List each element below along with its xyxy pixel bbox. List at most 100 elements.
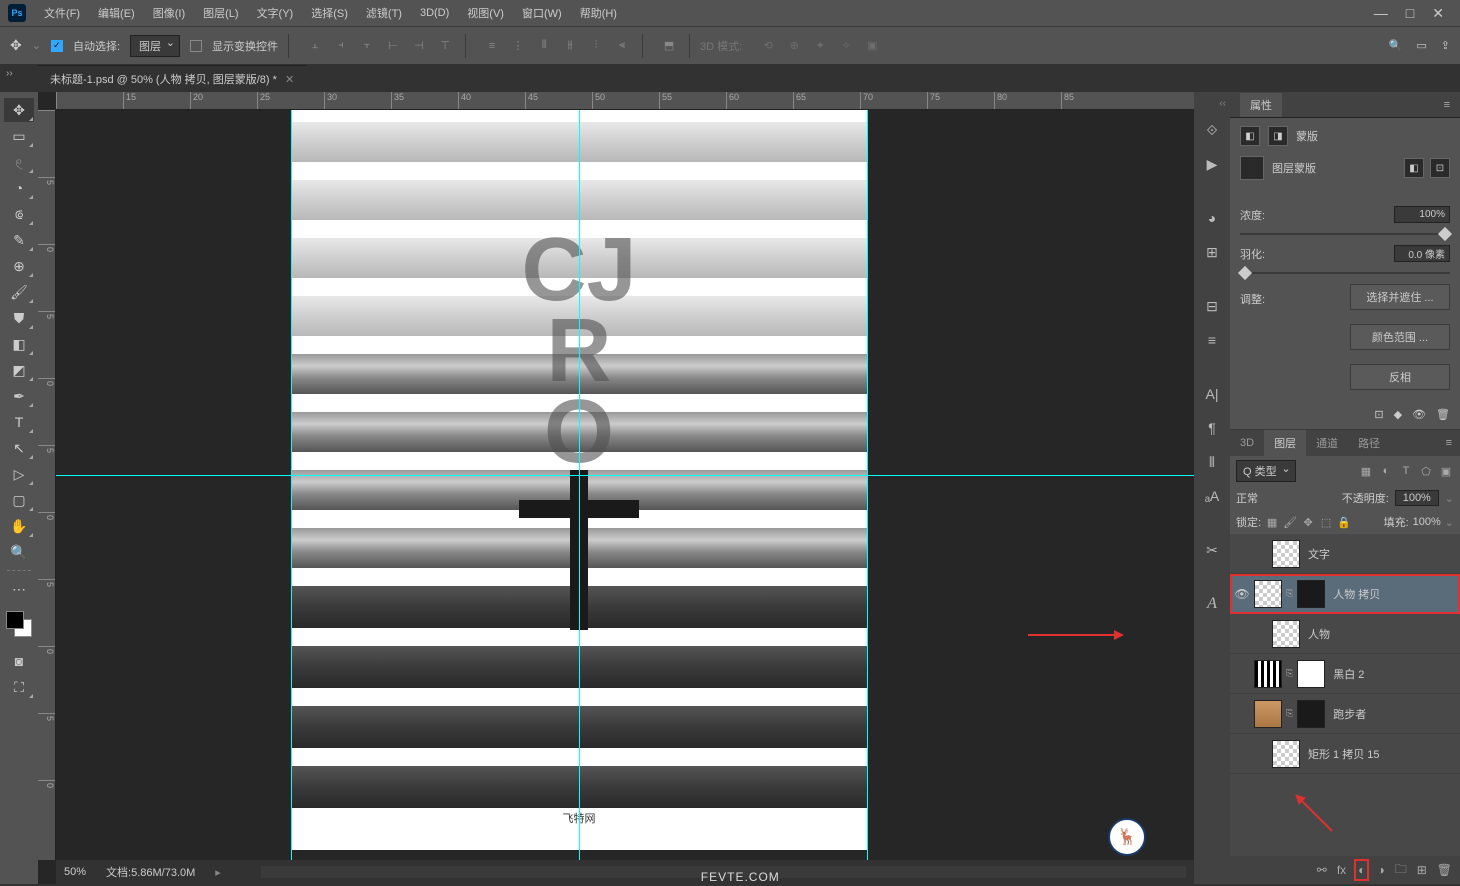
- menu-3d[interactable]: 3D(D): [412, 3, 457, 23]
- tab-paths[interactable]: 路径: [1348, 430, 1390, 456]
- char-icon[interactable]: A|: [1198, 381, 1226, 407]
- filter-adj-icon[interactable]: ◐: [1378, 463, 1394, 479]
- menu-view[interactable]: 视图(V): [459, 1, 512, 25]
- menu-image[interactable]: 图像(I): [145, 1, 193, 25]
- healing-tool[interactable]: ⊕: [4, 254, 34, 278]
- canvas[interactable]: CJRO 飞特网: [56, 110, 1194, 860]
- blend-mode-dropdown[interactable]: 正常: [1236, 490, 1336, 506]
- ruler-horizontal[interactable]: 152025303540455055606570758085: [56, 92, 1194, 110]
- layer-name[interactable]: 黑白 2: [1333, 666, 1364, 682]
- layer-name[interactable]: 文字: [1308, 546, 1330, 562]
- pen-tool[interactable]: ✒: [4, 384, 34, 408]
- layer-name[interactable]: 人物 拷贝: [1333, 586, 1380, 602]
- density-input[interactable]: [1394, 206, 1450, 223]
- lasso-tool[interactable]: 𓏲: [4, 150, 34, 174]
- apply-mask-icon[interactable]: ◆: [1394, 408, 1402, 421]
- type-tool[interactable]: T: [4, 410, 34, 434]
- color-icon[interactable]: ◕: [1198, 205, 1226, 231]
- path-tool[interactable]: ↖: [4, 436, 34, 460]
- marquee-tool[interactable]: ▭: [4, 124, 34, 148]
- lock-position-icon[interactable]: ✥: [1301, 515, 1315, 529]
- adjustment-layer-icon[interactable]: ◑: [1377, 863, 1384, 877]
- lock-transparency-icon[interactable]: ▦: [1265, 515, 1279, 529]
- para-icon[interactable]: ¶: [1198, 415, 1226, 441]
- eyedropper-tool[interactable]: ✎: [4, 228, 34, 252]
- lock-artboard-icon[interactable]: ⬚: [1319, 515, 1333, 529]
- filter-kind-dropdown[interactable]: Q 类型: [1236, 460, 1296, 482]
- mask-link-icon[interactable]: ⎘: [1286, 588, 1293, 599]
- menu-window[interactable]: 窗口(W): [514, 1, 570, 25]
- menu-edit[interactable]: 编辑(E): [90, 1, 143, 25]
- styles-icon[interactable]: ≡: [1198, 327, 1226, 353]
- lock-all-icon[interactable]: 🔒: [1337, 515, 1351, 529]
- scissors-icon[interactable]: ✂: [1198, 537, 1226, 563]
- filter-smart-icon[interactable]: ▣: [1438, 463, 1454, 479]
- link-layers-icon[interactable]: ⚯: [1317, 863, 1327, 877]
- layer-row[interactable]: 人物: [1230, 614, 1460, 654]
- menu-type[interactable]: 文字(Y): [249, 1, 302, 25]
- maximize-icon[interactable]: □: [1406, 5, 1414, 22]
- menu-layer[interactable]: 图层(L): [195, 1, 246, 25]
- playback-icon[interactable]: ▶: [1198, 151, 1226, 177]
- layer-name[interactable]: 跑步者: [1333, 706, 1366, 722]
- auto-select-dropdown[interactable]: 图层: [130, 35, 180, 57]
- guide-vertical[interactable]: [291, 110, 292, 860]
- lock-paint-icon[interactable]: 🖌: [1283, 515, 1297, 529]
- opacity-input[interactable]: 100%: [1395, 490, 1439, 506]
- hand-tool[interactable]: ✋: [4, 514, 34, 538]
- fill-input[interactable]: 100%: [1413, 516, 1441, 528]
- feather-slider[interactable]: [1240, 272, 1450, 274]
- stamp-tool[interactable]: ⛊: [4, 306, 34, 330]
- tab-layers[interactable]: 图层: [1264, 430, 1306, 456]
- new-layer-icon[interactable]: ⊞: [1417, 863, 1427, 877]
- select-mask-button[interactable]: 选择并遮住 ...: [1350, 284, 1450, 310]
- feather-input[interactable]: [1394, 245, 1450, 262]
- layer-name[interactable]: 矩形 1 拷贝 15: [1308, 746, 1380, 762]
- guide-horizontal[interactable]: [56, 475, 1194, 476]
- layer-row[interactable]: 文字: [1230, 534, 1460, 574]
- filter-pixel-icon[interactable]: ▦: [1358, 463, 1374, 479]
- menu-help[interactable]: 帮助(H): [572, 1, 625, 25]
- glyph-icon[interactable]: ₐA: [1198, 483, 1226, 509]
- tab-3d[interactable]: 3D: [1230, 432, 1264, 454]
- tab-close-icon[interactable]: ✕: [285, 73, 294, 86]
- invert-button[interactable]: 反相: [1350, 364, 1450, 390]
- visibility-toggle[interactable]: 👁: [1234, 587, 1250, 601]
- new-group-icon[interactable]: 🗀: [1395, 860, 1407, 881]
- search-icon[interactable]: 🔍: [1389, 39, 1403, 52]
- adjustments-icon[interactable]: ⊟: [1198, 293, 1226, 319]
- color-swatch[interactable]: [6, 611, 32, 637]
- panel-menu-icon[interactable]: ≡: [1444, 99, 1450, 111]
- fx-icon[interactable]: fx: [1337, 863, 1346, 877]
- edit-toolbar[interactable]: ⋯: [4, 577, 34, 601]
- zoom-tool[interactable]: 🔍: [4, 540, 34, 564]
- menu-filter[interactable]: 滤镜(T): [358, 1, 410, 25]
- screen-mode[interactable]: ⛶: [4, 675, 34, 699]
- close-icon[interactable]: ✕: [1432, 5, 1444, 22]
- layer-row[interactable]: 矩形 1 拷贝 15: [1230, 734, 1460, 774]
- move-tool[interactable]: ✥: [4, 98, 34, 122]
- load-selection-icon[interactable]: ⊡: [1374, 408, 1383, 421]
- add-mask-icon[interactable]: ◐: [1356, 861, 1367, 879]
- delete-mask-icon[interactable]: 🗑: [1436, 408, 1450, 421]
- menu-file[interactable]: 文件(F): [36, 1, 88, 25]
- quick-mask[interactable]: ◙: [4, 649, 34, 673]
- brush-tool[interactable]: 🖌: [4, 280, 34, 304]
- show-transform-checkbox[interactable]: [190, 40, 202, 52]
- history-icon[interactable]: ⟐: [1198, 117, 1226, 143]
- filter-type-icon[interactable]: T: [1398, 463, 1414, 479]
- tab-channels[interactable]: 通道: [1306, 430, 1348, 456]
- big-a-icon[interactable]: A: [1198, 591, 1226, 617]
- panel-menu-icon[interactable]: ≡: [1446, 437, 1460, 449]
- doc-size[interactable]: 文档:5.86M/73.0M: [106, 864, 195, 880]
- zoom-level[interactable]: 50%: [64, 866, 86, 878]
- delete-layer-icon[interactable]: 🗑: [1437, 863, 1452, 877]
- guide-vertical[interactable]: [579, 110, 580, 860]
- document-tab[interactable]: 未标题-1.psd @ 50% (人物 拷贝, 图层蒙版/8) * ✕: [38, 65, 306, 92]
- filter-shape-icon[interactable]: ⬠: [1418, 463, 1434, 479]
- crop-tool[interactable]: ⟃: [4, 202, 34, 226]
- align-icon[interactable]: ⫴: [1198, 449, 1226, 475]
- quick-select-tool[interactable]: ◔: [4, 176, 34, 200]
- align-top-icon[interactable]: ⫠: [305, 36, 325, 56]
- guide-vertical[interactable]: [867, 110, 868, 860]
